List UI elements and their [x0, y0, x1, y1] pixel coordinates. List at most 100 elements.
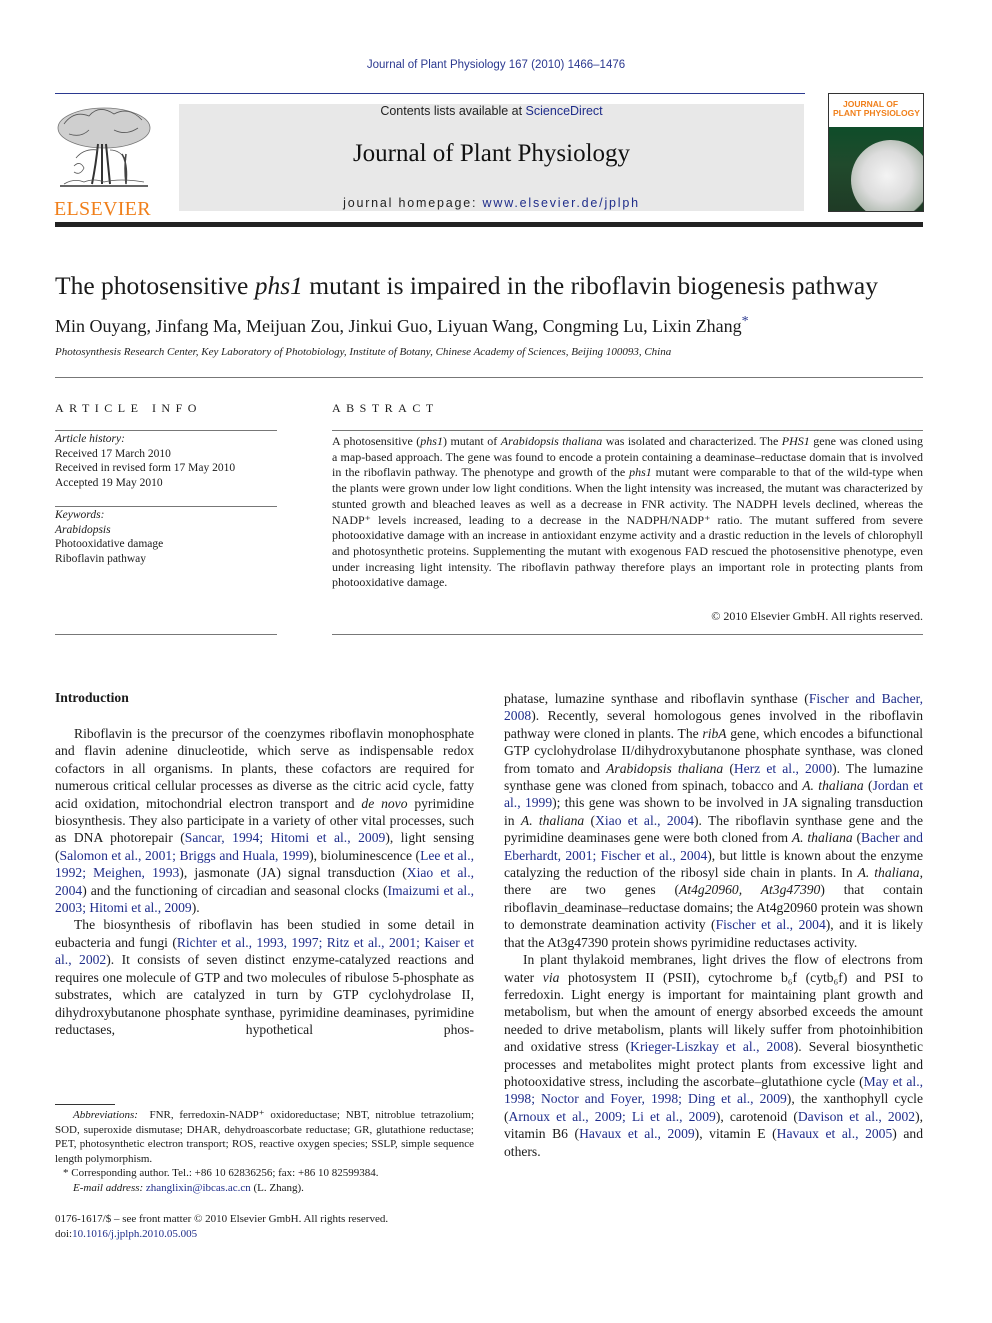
text: phs1 — [629, 465, 652, 480]
history-item: Received in revised form 17 May 2010 — [55, 462, 236, 474]
header-rule — [55, 93, 805, 94]
affiliation: Photosynthesis Research Center, Key Labo… — [55, 346, 672, 358]
elsevier-logo[interactable]: ELSEVIER — [54, 104, 156, 220]
doi-line: doi:10.1016/j.jplph.2010.05.005 — [55, 1227, 388, 1242]
title-part: The photosensitive — [55, 271, 255, 300]
keyword: Photooxidative damage — [55, 538, 164, 550]
abstract-heading: ABSTRACT — [332, 401, 439, 415]
citation-link[interactable]: Salomon et al., 2001; Briggs and Huala, … — [60, 848, 310, 863]
sciencedirect-link[interactable]: ScienceDirect — [526, 104, 603, 118]
text: ( — [863, 778, 873, 794]
text: ), jasmonate (JA) signal transduction ( — [179, 865, 407, 881]
text: mutant were comparable to that of the wi… — [332, 465, 924, 590]
citation-link[interactable]: Havaux et al., 2005 — [777, 1126, 893, 1141]
footnotes: Abbreviations: FNR, ferredoxin-NADP⁺ oxi… — [55, 1108, 474, 1196]
text: ), bioluminescence ( — [309, 847, 421, 863]
paragraph: phatase, lumazine synthase and riboflavi… — [504, 690, 923, 951]
italic-text: via — [542, 969, 560, 985]
divider — [55, 506, 277, 507]
text: ) mutant of — [442, 434, 501, 448]
cover-title: JOURNAL OF PLANT PHYSIOLOGY — [833, 100, 920, 118]
doi-prefix: doi: — [55, 1227, 73, 1240]
italic-text: A. thaliana — [802, 778, 864, 794]
corresponding-author: * Corresponding author. Tel.: +86 10 628… — [63, 1167, 379, 1180]
italic-text: de novo — [361, 795, 408, 811]
citation-link[interactable]: Arnoux et al., 2009; Li et al., 2009 — [509, 1109, 716, 1124]
text: ), carotenoid ( — [715, 1108, 798, 1124]
homepage-prefix: journal homepage: — [343, 196, 483, 210]
italic-text: ribA — [702, 725, 727, 741]
italic-text: A. thaliana — [520, 812, 585, 828]
text: ( — [723, 760, 734, 776]
paragraph: Riboflavin is the precursor of the coenz… — [55, 725, 474, 916]
article-history: Article history: Received 17 March 2010 … — [55, 432, 235, 490]
text: A photosensitive ( — [332, 434, 421, 448]
text: ) and the functioning of circadian and s… — [82, 882, 388, 898]
citation-link[interactable]: Xiao et al., 2004 — [595, 813, 694, 828]
introduction-heading: Introduction — [55, 690, 129, 705]
homepage-line: journal homepage: www.elsevier.de/jplph — [179, 196, 804, 210]
email-suffix: (L. Zhang). — [250, 1181, 304, 1194]
abstract-text: A photosensitive (phs1) mutant of Arabid… — [332, 434, 923, 591]
italic-text: Arabidopsis thaliana — [606, 760, 724, 776]
issn-line: 0176-1617/$ – see front matter © 2010 El… — [55, 1213, 389, 1225]
divider — [55, 634, 277, 635]
italic-text: At4g20960, At3g47390 — [679, 882, 821, 898]
divider — [55, 430, 277, 431]
keyword: Arabidopsis — [55, 523, 111, 536]
dandelion-image — [851, 140, 923, 211]
contents-line: Contents lists available at ScienceDirec… — [179, 104, 804, 118]
text: was isolated and characterized. The — [602, 434, 782, 448]
authors: Min Ouyang, Jinfang Ma, Meijuan Zou, Jin… — [55, 316, 742, 336]
homepage-link[interactable]: www.elsevier.de/jplph — [483, 196, 640, 210]
keywords-label: Keywords: — [55, 509, 105, 521]
keywords: Keywords: Arabidopsis Photooxidative dam… — [55, 508, 163, 566]
running-head[interactable]: Journal of Plant Physiology 167 (2010) 1… — [0, 59, 992, 71]
corresponding-author-mark[interactable]: * — [742, 314, 749, 329]
citation-link[interactable]: Fischer et al., 2004 — [716, 917, 826, 932]
divider — [332, 430, 923, 431]
paragraph: The biosynthesis of riboflavin has been … — [55, 916, 474, 1038]
email-line: E-mail address: zhanglixin@ibcas.ac.cn (… — [55, 1181, 474, 1196]
text: ). — [191, 900, 200, 916]
article-info-heading: ARTICLE INFO — [55, 401, 202, 415]
citation-link[interactable]: Sancar, 1994; Hitomi et al., 2009 — [185, 830, 386, 845]
header-thick-rule — [55, 222, 923, 227]
elsevier-wordmark: ELSEVIER — [54, 198, 151, 220]
journal-banner: Contents lists available at ScienceDirec… — [179, 104, 804, 211]
author-list: Min Ouyang, Jinfang Ma, Meijuan Zou, Jin… — [55, 314, 749, 337]
paragraph: In plant thylakoid membranes, light driv… — [504, 951, 923, 1160]
text: ( — [584, 812, 596, 828]
body-column-right: phatase, lumazine synthase and riboflavi… — [504, 690, 923, 1160]
email-label: E-mail address: — [73, 1181, 144, 1194]
body-column-left: Riboflavin is the precursor of the coenz… — [55, 725, 474, 1038]
text: ). It consists of seven distinct enzyme-… — [55, 952, 474, 1037]
citation-link[interactable]: Havaux et al., 2009 — [579, 1126, 695, 1141]
citation-link[interactable]: Herz et al., 2000 — [734, 761, 832, 776]
text: ( — [852, 830, 862, 846]
title-rule — [55, 377, 923, 378]
keyword: Riboflavin pathway — [55, 552, 147, 565]
title-gene: phs1 — [254, 271, 303, 300]
elsevier-tree-icon — [57, 107, 151, 187]
italic-text: A. thaliana — [791, 830, 853, 846]
citation-link[interactable]: Krieger-Liszkay et al., 2008 — [630, 1039, 794, 1054]
footnote-rule — [55, 1104, 115, 1105]
text: phatase, lumazine synthase and riboflavi… — [504, 691, 809, 706]
front-matter: 0176-1617/$ – see front matter © 2010 El… — [55, 1212, 388, 1241]
text: Arabidopsis thaliana — [500, 434, 603, 448]
citation-link[interactable]: Davison et al., 2002 — [798, 1109, 915, 1124]
text: phs1 — [420, 434, 443, 448]
journal-cover-icon[interactable]: JOURNAL OF PLANT PHYSIOLOGY — [828, 93, 924, 212]
italic-text: A. thaliana — [857, 865, 920, 881]
doi-link[interactable]: 10.1016/j.jplph.2010.05.005 — [72, 1228, 197, 1240]
history-item: Received 17 March 2010 — [55, 447, 171, 460]
article-title: The photosensitive phs1 mutant is impair… — [55, 271, 935, 301]
contents-prefix: Contents lists available at — [380, 104, 526, 118]
email-link[interactable]: zhanglixin@ibcas.ac.cn — [146, 1182, 251, 1194]
history-label: Article history: — [55, 433, 125, 445]
history-item: Accepted 19 May 2010 — [55, 476, 163, 489]
divider — [332, 634, 923, 635]
text: PHS1 — [781, 434, 810, 448]
cover-title-line2: PLANT PHYSIOLOGY — [833, 108, 920, 118]
